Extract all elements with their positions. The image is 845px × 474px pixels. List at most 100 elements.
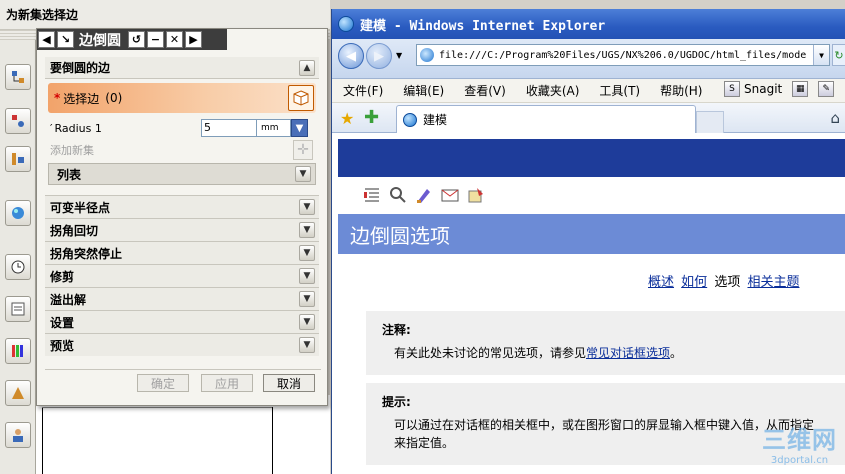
dialog-titlebar: ◀ ↘ 边倒圆 ↺ − ✕ ▶ <box>37 29 227 50</box>
doc-nav-links: 概述 如何 选项 相关主题 <box>648 271 799 290</box>
nx-resource-bar <box>0 40 36 474</box>
note-heading: 注释: <box>382 323 411 337</box>
menu-view[interactable]: 查看(V) <box>464 82 506 99</box>
apply-button[interactable]: 应用 <box>201 374 253 392</box>
section-label: 拐角突然停止 <box>50 246 123 261</box>
snagit-capture-icon[interactable]: ▦ <box>792 81 809 97</box>
page-globe-icon <box>420 48 434 62</box>
ie-menu-bar: 文件(F) 编辑(E) 查看(V) 收藏夹(A) 工具(T) 帮助(H) S S… <box>332 79 845 103</box>
link-howto[interactable]: 如何 <box>681 275 707 290</box>
section-variable-radius[interactable]: 可变半径点 ▼ <box>45 195 319 218</box>
page-title: 边倒圆选项 <box>338 214 845 254</box>
new-tab-button[interactable] <box>696 111 724 133</box>
add-new-set-row: 添加新集 ✛ <box>45 139 319 161</box>
menu-help[interactable]: 帮助(H) <box>660 82 702 99</box>
search-icon[interactable] <box>388 185 408 205</box>
palette-icon[interactable] <box>5 338 31 364</box>
snagit-edit-icon[interactable]: ✎ <box>818 81 835 97</box>
roles-icon[interactable] <box>5 422 31 448</box>
forward-arrow-icon[interactable]: ▶ <box>366 43 392 69</box>
common-dialog-options-link[interactable]: 常见对话框选项 <box>586 346 670 360</box>
add-new-set-button[interactable]: ✛ <box>293 140 313 160</box>
current-options: 选项 <box>714 275 741 290</box>
back-arrow-icon[interactable]: ◀ <box>338 43 364 69</box>
chevron-down-icon[interactable]: ▼ <box>295 166 311 182</box>
snagit-label[interactable]: Snagit <box>744 82 782 96</box>
chevron-down-icon[interactable]: ▼ <box>299 291 315 307</box>
ie-titlebar: 建模 - Windows Internet Explorer <box>332 9 845 39</box>
dialog-pin-icon[interactable]: ◀ <box>38 31 55 48</box>
nx-status-prompt: 为新集选择边 <box>0 0 330 30</box>
section-edges-to-blend[interactable]: 要倒圆的边 ▲ <box>45 57 319 79</box>
section-settings[interactable]: 设置 ▼ <box>45 310 319 333</box>
chevron-down-icon[interactable]: ▼ <box>299 245 315 261</box>
note-text: 有关此处未讨论的常见选项，请参见 <box>394 346 587 360</box>
favorites-star-icon[interactable]: ★ <box>340 109 354 128</box>
menu-file[interactable]: 文件(F) <box>343 82 383 99</box>
section-trim[interactable]: 修剪 ▼ <box>45 264 319 287</box>
list-label: 列表 <box>57 167 82 182</box>
note-box: 注释: 有关此处未讨论的常见选项，请参见常见对话框选项。 <box>366 311 845 375</box>
contents-list-icon[interactable] <box>362 185 382 205</box>
url-dropdown-icon[interactable]: ▼ <box>813 45 829 65</box>
chevron-down-icon[interactable]: ▼ <box>299 314 315 330</box>
section-corner-setback[interactable]: 拐角回切 ▼ <box>45 218 319 241</box>
select-edge-row[interactable]: * 选择边 (0) <box>48 83 316 113</box>
assembly-navigator-icon[interactable] <box>5 64 31 90</box>
menu-edit[interactable]: 编辑(E) <box>403 82 444 99</box>
dialog-title: 边倒圆 <box>79 32 121 49</box>
watermark-main: 三维网 <box>762 426 837 454</box>
graphics-window[interactable] <box>36 395 330 474</box>
select-edge-label: 选择边 <box>63 91 100 106</box>
chevron-down-icon[interactable]: ▼ <box>299 222 315 238</box>
chevron-down-icon[interactable]: ▼ <box>299 337 315 353</box>
feedback-icon[interactable] <box>466 185 486 205</box>
chevron-down-icon[interactable]: ▼ <box>299 199 315 215</box>
history-icon[interactable] <box>5 254 31 280</box>
history-dropdown-icon[interactable]: ▼ <box>396 51 402 60</box>
section-overflow[interactable]: 溢出解 ▼ <box>45 287 319 310</box>
radius-menu-arrow-icon[interactable]: ▼ <box>291 119 308 137</box>
ok-button[interactable]: 确定 <box>137 374 189 392</box>
select-edge-cube-icon[interactable] <box>288 85 314 111</box>
web-browser-icon[interactable] <box>5 200 31 226</box>
radius-input[interactable]: 5 <box>201 119 257 137</box>
refresh-icon[interactable]: ↻ <box>832 44 845 66</box>
section-edges-label: 要倒圆的边 <box>50 61 111 75</box>
ie-window: 建模 - Windows Internet Explorer ◀ ▶ ▼ fil… <box>331 9 845 474</box>
chevron-up-icon[interactable]: ▲ <box>299 60 315 76</box>
bookmark-pen-icon[interactable] <box>414 185 434 205</box>
chevron-down-icon[interactable]: ▼ <box>299 268 315 284</box>
collapse-icon[interactable]: − <box>147 31 164 48</box>
close-icon[interactable]: ✕ <box>166 31 183 48</box>
edge-blend-dialog: ◀ ↘ 边倒圆 ↺ − ✕ ▶ 要倒圆的边 ▲ * 选择边 (0) ′ Radi… <box>36 28 328 406</box>
url-input[interactable]: file:///C:/Program%20Files/UGS/NX%206.0/… <box>416 44 830 66</box>
ie-tab-bar: ★ ✚ 建模 ⌂ <box>332 103 845 133</box>
process-studio-icon[interactable] <box>5 380 31 406</box>
tab-modeling[interactable]: 建模 <box>396 105 696 133</box>
home-icon[interactable]: ⌂ <box>830 109 840 127</box>
link-overview[interactable]: 概述 <box>648 275 674 290</box>
section-preview[interactable]: 预览 ▼ <box>45 333 319 356</box>
note-end: 。 <box>670 346 683 360</box>
constraint-navigator-icon[interactable] <box>5 108 31 134</box>
menu-favorites[interactable]: 收藏夹(A) <box>526 82 580 99</box>
section-stop-short[interactable]: 拐角突然停止 ▼ <box>45 241 319 264</box>
link-related-topics[interactable]: 相关主题 <box>747 275 799 290</box>
tab-page-icon <box>403 112 417 127</box>
radius-unit[interactable]: mm <box>257 119 291 137</box>
reset-icon[interactable]: ↺ <box>128 31 145 48</box>
list-section[interactable]: 列表 ▼ <box>48 163 316 185</box>
part-navigator-icon[interactable] <box>5 146 31 172</box>
add-favorite-icon[interactable]: ✚ <box>364 107 379 128</box>
system-materials-icon[interactable] <box>5 296 31 322</box>
dialog-edge-blend-icon: ↘ <box>57 31 74 48</box>
expand-right-icon[interactable]: ▶ <box>185 31 202 48</box>
dialog-body: 要倒圆的边 ▲ * 选择边 (0) ′ Radius 1 5 mm ▼ 添加新集… <box>45 57 319 356</box>
menu-tools[interactable]: 工具(T) <box>599 82 640 99</box>
cancel-button[interactable]: 取消 <box>263 374 315 392</box>
dialog-footer: 确定 应用 取消 <box>45 369 321 397</box>
email-icon[interactable] <box>440 185 460 205</box>
snagit-icon[interactable]: S <box>724 81 740 97</box>
section-label: 溢出解 <box>50 292 87 307</box>
